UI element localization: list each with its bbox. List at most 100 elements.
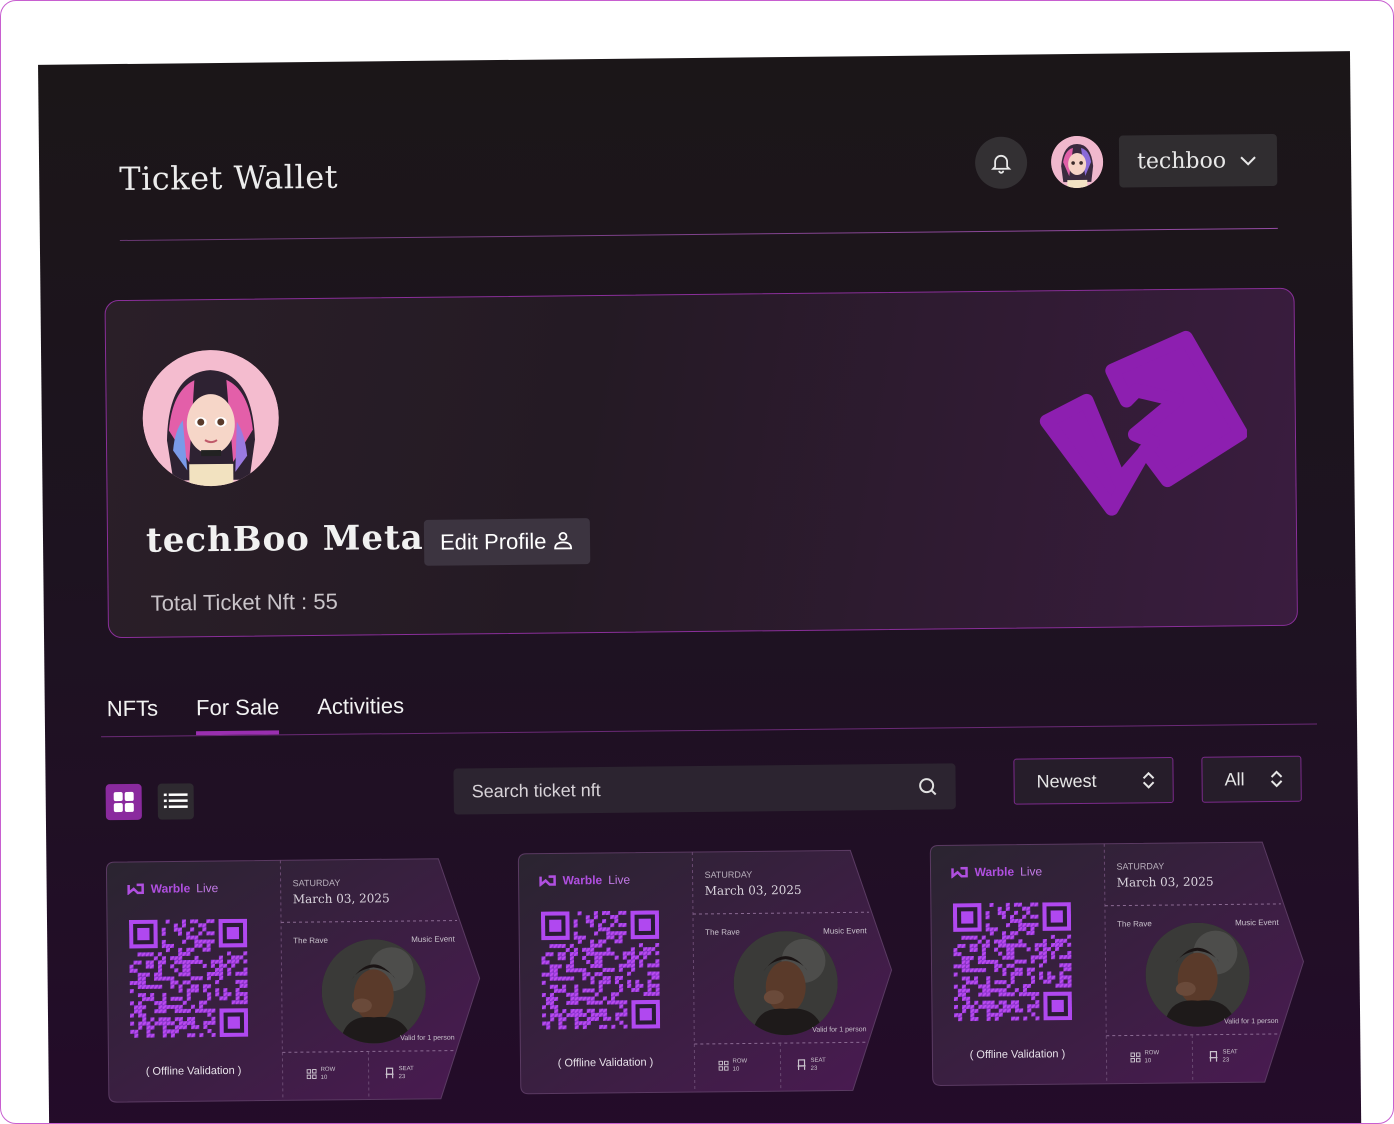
seat-icon — [385, 1067, 394, 1079]
brand-name-a: Warble — [150, 881, 191, 896]
artwork-image — [1145, 922, 1251, 1028]
brand-name-a: Warble — [974, 864, 1015, 880]
list-view-button[interactable] — [157, 783, 194, 820]
list-icon — [163, 793, 188, 809]
seat-info: SEAT 23 — [796, 1057, 826, 1073]
row-grid-icon — [306, 1069, 317, 1080]
ticket-card[interactable]: Warble Live ( Offline Validation ) SATURD… — [928, 840, 1307, 1088]
event-category: Music Event — [1235, 917, 1279, 928]
row-label: ROW — [732, 1058, 748, 1065]
warblelive-logo-icon — [951, 866, 968, 879]
seat-label: SEAT — [398, 1065, 414, 1073]
ticket-brand: Warble Live — [539, 872, 631, 888]
valid-for-label: Valid for 1 person — [400, 1034, 455, 1043]
edit-profile-button[interactable]: Edit Profile — [423, 518, 591, 566]
search-input[interactable] — [471, 776, 892, 802]
event-day: SATURDAY — [292, 877, 341, 889]
page-title: Ticket Wallet — [119, 157, 339, 199]
search-icon[interactable] — [918, 776, 938, 796]
ticket-grid: Warble Live ( Offline Validation ) SATURD… — [38, 51, 1350, 1103]
row-label: ROW — [1144, 1050, 1160, 1057]
seat-icon — [797, 1059, 806, 1070]
edit-profile-label: Edit Profile — [439, 528, 547, 555]
brand-name-a: Warble — [562, 873, 603, 888]
row-info: ROW 10 — [1130, 1049, 1159, 1065]
tab-activities[interactable]: Activities — [317, 693, 404, 734]
event-artwork — [733, 930, 839, 1036]
event-date: March 03, 2025 — [292, 891, 390, 907]
event-date: March 03, 2025 — [704, 882, 802, 898]
event-day: SATURDAY — [1116, 861, 1165, 872]
ticket-brand: Warble Live — [127, 881, 219, 896]
seat-info: SEAT 23 — [385, 1065, 414, 1081]
event-artwork — [1145, 922, 1251, 1028]
event-category: Music Event — [823, 926, 867, 936]
seat-value: 23 — [1222, 1057, 1230, 1064]
chevron-down-icon — [1240, 156, 1256, 166]
seat-label: SEAT — [810, 1057, 826, 1064]
grid-view-button[interactable] — [105, 783, 142, 821]
artwork-image — [733, 930, 839, 1036]
header-divider — [119, 227, 1278, 242]
avatar-image — [142, 350, 279, 487]
total-nft-count: Total Ticket Nft : 55 — [150, 588, 338, 616]
filter-value: All — [1224, 768, 1245, 789]
row-value: 10 — [1144, 1058, 1152, 1065]
sort-select[interactable]: Newest — [1013, 757, 1174, 805]
validation-label: ( Offline Validation ) — [145, 1064, 242, 1078]
seat-info: SEAT 23 — [1208, 1048, 1238, 1064]
event-artwork — [321, 938, 427, 1044]
profile-card: techBoo Meta Edit Profile Total Ticket N… — [104, 287, 1298, 639]
event-name: The Rave — [705, 927, 740, 937]
seat-value: 23 — [810, 1065, 818, 1072]
row-value: 10 — [320, 1074, 328, 1081]
warblelive-logo-icon — [539, 875, 556, 887]
sort-value: Newest — [1036, 770, 1097, 791]
profile-avatar — [142, 349, 280, 487]
tab-nfts[interactable]: NFTs — [107, 696, 159, 737]
event-category: Music Event — [411, 934, 455, 945]
brand-name-b: Live — [1020, 864, 1043, 879]
bell-icon — [991, 154, 1012, 174]
filter-select[interactable]: All — [1201, 755, 1302, 803]
header-avatar[interactable] — [1050, 135, 1104, 189]
app-panel: Ticket Wallet techboo techBoo Meta Edit … — [38, 51, 1362, 1124]
ticket-card[interactable]: Warble Live ( Offline Validation ) SATURD… — [104, 856, 483, 1104]
ticket-brand: Warble Live — [950, 864, 1042, 879]
row-value: 10 — [732, 1066, 740, 1073]
seat-value: 23 — [398, 1074, 406, 1081]
profile-name: techBoo Meta — [145, 517, 424, 561]
qr-code — [128, 918, 249, 1038]
notifications-button[interactable] — [974, 136, 1028, 190]
search-bar — [453, 763, 956, 815]
artwork-image — [321, 938, 427, 1044]
row-grid-icon — [1130, 1052, 1141, 1063]
event-date: March 03, 2025 — [1116, 874, 1214, 890]
ticket-card[interactable]: Warble Live ( Offline Validation ) SATURD… — [516, 848, 895, 1096]
warblelive-logo-icon — [1039, 330, 1248, 516]
brand-name-b: Live — [196, 881, 219, 896]
tab-for-sale[interactable]: For Sale — [196, 694, 280, 735]
seat-label: SEAT — [1222, 1049, 1238, 1056]
user-icon — [554, 531, 573, 550]
sort-chevrons-icon — [1142, 771, 1155, 789]
seat-icon — [1209, 1050, 1218, 1062]
brand-name-b: Live — [608, 872, 631, 887]
qr-code — [952, 902, 1073, 1022]
valid-for-label: Valid for 1 person — [812, 1026, 867, 1034]
qr-code — [540, 910, 661, 1030]
sort-chevrons-icon — [1270, 770, 1283, 788]
validation-label: ( Offline Validation ) — [557, 1056, 654, 1070]
avatar-image — [1051, 135, 1104, 189]
event-name: The Rave — [1117, 919, 1152, 929]
user-menu-dropdown[interactable]: techboo — [1118, 133, 1278, 188]
valid-for-label: Valid for 1 person — [1224, 1017, 1279, 1026]
warblelive-logo-icon — [127, 883, 144, 895]
row-label: ROW — [320, 1066, 336, 1073]
event-day: SATURDAY — [704, 869, 753, 880]
row-info: ROW 10 — [306, 1066, 336, 1082]
validation-label: ( Offline Validation ) — [969, 1048, 1066, 1062]
tab-bar: NFTs For Sale Activities — [107, 693, 405, 736]
grid-icon — [113, 791, 134, 813]
username-label: techboo — [1136, 147, 1227, 174]
